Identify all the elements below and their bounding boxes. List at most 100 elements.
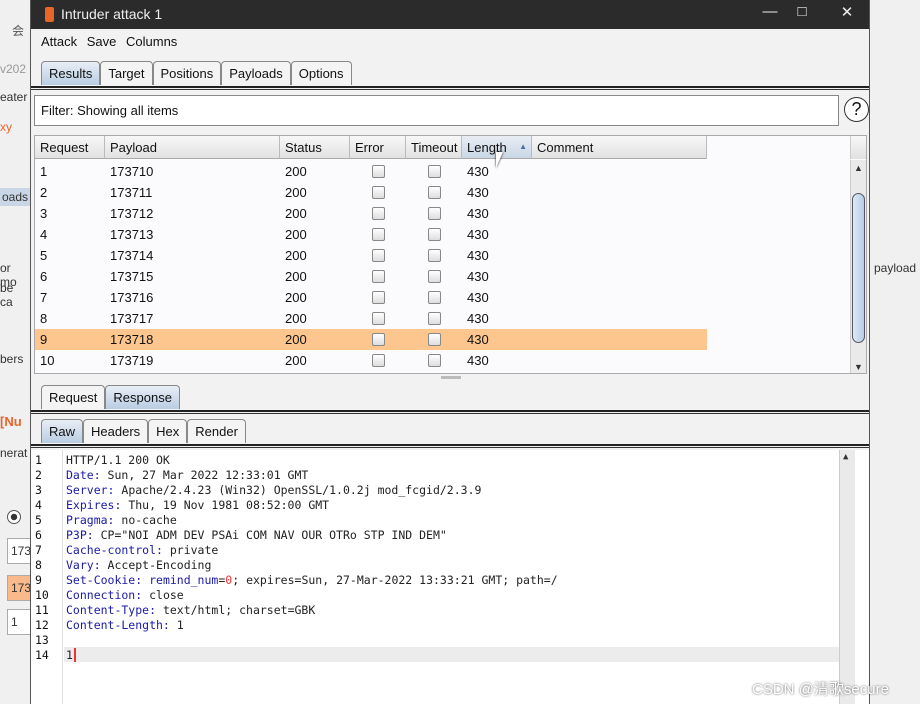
message-tabs: Request Response [41,385,180,409]
response-line: 1​ [66,648,76,662]
filter-bar[interactable]: Filter: Showing all items [34,95,839,126]
response-line: Expires: Thu, 19 Nov 1981 08:52:00 GMT [66,498,329,512]
error-checkbox [371,165,385,178]
cell-error [350,350,406,371]
header-name: Cache-control: [66,543,163,557]
response-line: Set-Cookie: remind_num=0; expires=Sun, 2… [66,573,558,587]
response-line: Content-Length: 1 [66,618,184,632]
table-row[interactable]: 6 173715 200 430 [35,266,707,287]
cell-length: 430 [467,290,489,305]
bg-tab-proxy[interactable]: xy [0,120,12,134]
table-row[interactable]: 8 173717 200 430 [35,308,707,329]
line-number: 13 [35,633,49,647]
line-number: 3 [35,483,42,497]
table-scrollbar[interactable]: ▲ ▼ [850,160,866,373]
error-checkbox [371,270,385,283]
maximize-icon[interactable]: □ [787,3,817,25]
bg-text: v202 [0,62,27,76]
menu-columns[interactable]: Columns [126,34,177,49]
sort-ascending-icon: ▲ [519,142,527,151]
table-row[interactable]: 3 173712 200 430 [35,203,707,224]
response-editor[interactable]: 1 HTTP/1.1 200 OK 2 Date: Sun, 27 Mar 2022 … [31,450,869,704]
scroll-up-icon[interactable]: ▲ [843,452,848,462]
column-request[interactable]: Request [35,136,105,159]
menu-save[interactable]: Save [87,34,117,49]
error-checkbox [371,333,385,346]
tab-request[interactable]: Request [41,385,106,409]
tab-results[interactable]: Results [41,61,101,85]
timeout-checkbox [427,354,441,367]
cell-length: 430 [467,206,489,221]
line-number: 14 [35,648,49,662]
header-name: Content-Type: [66,603,157,617]
timeout-checkbox [427,291,441,304]
cell-comment [532,245,707,266]
bg-text: [Nu [0,414,22,429]
cell-length: 430 [467,248,489,263]
table-row[interactable]: 7 173716 200 430 [35,287,707,308]
close-icon[interactable]: ✕ [832,3,862,25]
cell-comment [532,329,707,350]
bg-text: nerat [0,446,28,460]
scroll-up-icon[interactable]: ▲ [854,163,863,173]
mouse-pointer-icon [496,152,503,168]
tab-headers[interactable]: Headers [83,419,149,443]
scroll-down-icon[interactable]: ▼ [854,362,863,372]
table-row[interactable]: 9 173718 200 430 [35,329,707,350]
help-icon[interactable]: ? [844,97,869,122]
response-line: HTTP/1.1 200 OK [66,453,170,467]
tab-options[interactable]: Options [290,61,352,85]
cell-timeout [406,161,462,182]
column-payload[interactable]: Payload [105,136,280,159]
line-number: 4 [35,498,42,512]
cell-comment [532,224,707,245]
menu-attack[interactable]: Attack [41,34,77,49]
bg-input[interactable]: 173 [7,575,32,601]
table-row[interactable]: 1 173710 200 430 [35,161,707,182]
response-line: Pragma: no-cache [66,513,177,527]
cell-payload: 173718 [110,332,154,347]
divider [31,410,869,414]
split-pane-handle[interactable] [441,376,461,379]
scrollbar-thumb[interactable] [852,193,865,343]
minimize-icon[interactable]: — [755,3,785,25]
column-error[interactable]: Error [350,136,406,159]
tab-positions[interactable]: Positions [152,61,222,85]
bg-input[interactable]: 173 [7,538,32,564]
column-timeout[interactable]: Timeout [406,136,462,159]
line-number: 9 [35,573,42,587]
tab-payloads[interactable]: Payloads [221,61,291,85]
cell-request: 5 [40,248,48,263]
main-tabs: Results Target Positions Payloads Option… [41,61,352,85]
cell-request: 2 [40,185,48,200]
tab-render[interactable]: Render [187,419,246,443]
view-tabs: Raw Headers Hex Render [41,419,246,443]
cell-timeout [406,266,462,287]
column-status[interactable]: Status [280,136,350,159]
header-name: Vary: [66,558,101,572]
tab-target[interactable]: Target [100,61,153,85]
bg-radio[interactable] [7,510,21,524]
intruder-window: Intruder attack 1 — □ ✕ Attack Save Colu… [30,0,870,704]
tab-response[interactable]: Response [105,385,180,409]
table-row[interactable]: 2 173711 200 430 [35,182,707,203]
cell-status: 200 [285,206,307,221]
response-line: Vary: Accept-Encoding [66,558,211,572]
table-row[interactable]: 10 173719 200 430 [35,350,707,371]
menu-bar: Attack Save Columns [41,34,183,49]
response-line: Connection: close [66,588,184,602]
cell-request: 1 [40,164,48,179]
editor-scrollbar[interactable]: ▲ [839,450,855,704]
tab-raw[interactable]: Raw [41,419,84,443]
table-row[interactable]: 4 173713 200 430 [35,224,707,245]
tab-hex[interactable]: Hex [148,419,188,443]
column-comment[interactable]: Comment [532,136,707,159]
cell-payload: 173713 [110,227,154,242]
bg-tab-payloads[interactable]: oads [0,188,31,206]
cell-comment [532,350,707,371]
table-row[interactable]: 5 173714 200 430 [35,245,707,266]
cell-comment [532,287,707,308]
bg-input[interactable]: 1 [7,609,32,635]
cell-timeout [406,350,462,371]
cell-comment [532,203,707,224]
